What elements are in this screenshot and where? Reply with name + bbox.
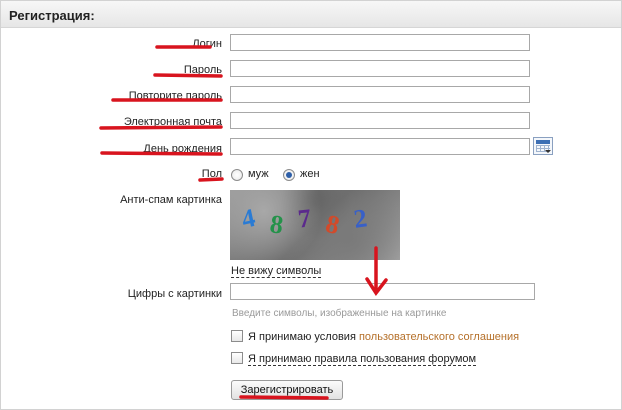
terms-label: Я принимаю условия пользовательского сог… [248, 331, 519, 343]
calendar-icon[interactable] [533, 137, 553, 155]
captcha-char: 8 [268, 209, 286, 240]
forum-rules-label[interactable]: Я принимаю правила пользования форумом [248, 353, 477, 366]
panel-title: Регистрация: [9, 8, 95, 23]
password-repeat-input[interactable] [230, 86, 530, 103]
terms-prefix: Я принимаю условия [248, 331, 356, 343]
captcha-label: Анти-спам картинка [120, 194, 222, 206]
captcha-char: 2 [351, 203, 369, 234]
login-label: Логин [192, 38, 222, 50]
captcha-input-label: Цифры с картинки [127, 288, 222, 300]
captcha-input[interactable] [230, 283, 535, 300]
cant-see-symbols-link[interactable]: Не вижу символы [231, 265, 322, 278]
password-input[interactable] [230, 60, 530, 77]
gender-label: Пол [201, 168, 222, 180]
login-input[interactable] [230, 34, 530, 51]
panel-header: Регистрация: [1, 1, 621, 28]
gender-female-label: жен [300, 168, 320, 180]
email-label: Электронная почта [123, 116, 222, 128]
terms-link[interactable]: пользовательского соглашения [359, 331, 519, 343]
forum-rules-checkbox[interactable] [231, 352, 243, 364]
captcha-hint: Введите символы, изображенные на картинк… [232, 308, 447, 319]
captcha-image: 48782 48782 [230, 190, 400, 260]
email-input[interactable] [230, 112, 530, 129]
captcha-char: 4 [239, 202, 258, 235]
dropdown-arrow-icon [545, 150, 551, 153]
register-button[interactable]: Зарегистрировать [231, 380, 343, 400]
gender-female-radio[interactable] [283, 169, 295, 181]
gender-male-radio[interactable] [231, 169, 243, 181]
birthday-input[interactable] [230, 138, 530, 155]
birthday-label: День рождения [143, 143, 222, 155]
password-label: Пароль [183, 64, 222, 76]
gender-male-label: муж [248, 168, 269, 180]
captcha-char: 7 [296, 203, 313, 234]
password-repeat-label: Повторите пароль [128, 90, 222, 102]
captcha-char: 8 [322, 208, 343, 241]
calendar-header-bar [536, 140, 550, 144]
terms-checkbox[interactable] [231, 330, 243, 342]
